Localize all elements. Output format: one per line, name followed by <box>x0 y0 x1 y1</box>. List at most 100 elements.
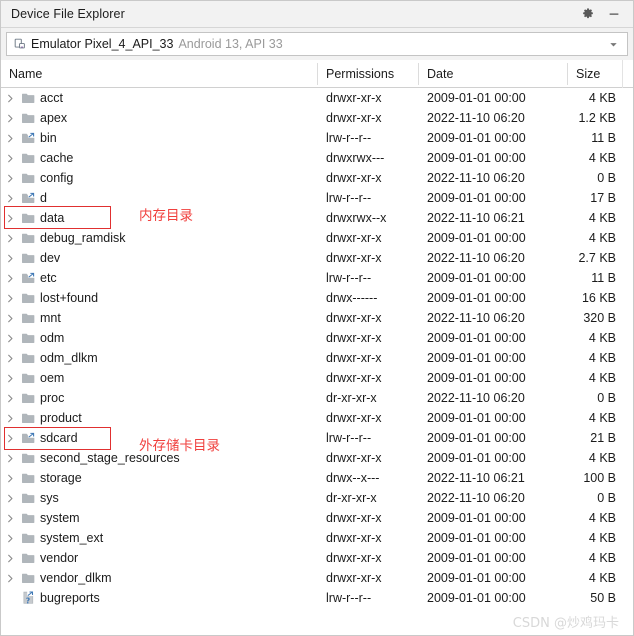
gear-icon[interactable] <box>580 6 596 22</box>
chevron-right-icon[interactable] <box>1 508 19 528</box>
chevron-right-icon[interactable] <box>1 268 19 288</box>
file-name-cell[interactable]: sys <box>1 488 317 508</box>
folder-icon <box>19 388 37 408</box>
table-row[interactable]: proc dr-xr-xr-x 2022-11-10 06:20 0 B <box>1 388 633 408</box>
chevron-right-icon[interactable] <box>1 188 19 208</box>
chevron-right-icon[interactable] <box>1 348 19 368</box>
file-name-cell[interactable]: second_stage_resources <box>1 448 317 468</box>
folder-icon <box>19 408 37 428</box>
chevron-right-icon[interactable] <box>1 168 19 188</box>
file-name-cell[interactable]: debug_ramdisk <box>1 228 317 248</box>
table-row[interactable]: system_ext drwxr-xr-x 2009-01-01 00:00 4 KB <box>1 528 633 548</box>
table-row[interactable]: oem drwxr-xr-x 2009-01-01 00:00 4 KB <box>1 368 633 388</box>
table-row[interactable]: vendor_dlkm drwxr-xr-x 2009-01-01 00:00 4 K… <box>1 568 633 588</box>
chevron-right-icon[interactable] <box>1 128 19 148</box>
folder-icon <box>19 368 37 388</box>
table-row[interactable]: bin lrw-r--r-- 2009-01-01 00:00 11 B <box>1 128 633 148</box>
chevron-right-icon[interactable] <box>1 528 19 548</box>
table-row[interactable]: ? bugreports lrw-r--r-- 2009-01-01 00:00 50 … <box>1 588 633 608</box>
chevron-right-icon[interactable] <box>1 408 19 428</box>
chevron-right-icon[interactable] <box>1 548 19 568</box>
folder-symlink-icon <box>19 188 37 208</box>
file-tree-list[interactable]: acct drwxr-xr-x 2009-01-01 00:00 4 KB apex dr… <box>1 88 633 634</box>
chevron-right-icon[interactable] <box>1 108 19 128</box>
file-name-cell[interactable]: odm <box>1 328 317 348</box>
device-combobox[interactable]: Emulator Pixel_4_API_33 Android 13, API … <box>6 32 628 56</box>
chevron-right-icon[interactable] <box>1 148 19 168</box>
chevron-right-icon[interactable] <box>1 208 19 228</box>
table-row[interactable]: data drwxrwx--x 2022-11-10 06:21 4 KB <box>1 208 633 228</box>
column-header-name[interactable]: Name <box>1 60 317 87</box>
file-name-cell[interactable]: system <box>1 508 317 528</box>
file-name-cell[interactable]: data <box>1 208 317 228</box>
file-name-label: bugreports <box>40 591 100 605</box>
file-name-cell[interactable]: vendor <box>1 548 317 568</box>
file-name-cell[interactable]: oem <box>1 368 317 388</box>
table-row[interactable]: sys dr-xr-xr-x 2022-11-10 06:20 0 B <box>1 488 633 508</box>
file-name-cell[interactable]: odm_dlkm <box>1 348 317 368</box>
chevron-right-icon[interactable] <box>1 428 19 448</box>
file-name-cell[interactable]: cache <box>1 148 317 168</box>
table-row[interactable]: cache drwxrwx--- 2009-01-01 00:00 4 KB <box>1 148 633 168</box>
file-name-cell[interactable]: bin <box>1 128 317 148</box>
file-size-cell: 0 B <box>597 171 616 185</box>
chevron-right-icon[interactable] <box>1 88 19 108</box>
chevron-right-icon[interactable] <box>1 448 19 468</box>
chevron-right-icon[interactable] <box>1 388 19 408</box>
file-name-label: debug_ramdisk <box>40 231 126 245</box>
chevron-right-icon[interactable] <box>1 248 19 268</box>
file-size-cell: 0 B <box>597 391 616 405</box>
file-size-cell: 4 KB <box>588 351 616 365</box>
minimize-icon[interactable] <box>606 6 622 22</box>
file-name-cell[interactable]: apex <box>1 108 317 128</box>
table-row[interactable]: d lrw-r--r-- 2009-01-01 00:00 17 B <box>1 188 633 208</box>
file-permissions-cell: drwxr-xr-x <box>326 231 382 245</box>
chevron-right-icon[interactable] <box>1 488 19 508</box>
table-row[interactable]: system drwxr-xr-x 2009-01-01 00:00 4 KB <box>1 508 633 528</box>
chevron-right-icon[interactable] <box>1 568 19 588</box>
table-row[interactable]: odm drwxr-xr-x 2009-01-01 00:00 4 KB <box>1 328 633 348</box>
column-header-permissions[interactable]: Permissions <box>318 60 417 87</box>
file-size-cell: 11 B <box>591 131 616 145</box>
table-row[interactable]: config drwxr-xr-x 2022-11-10 06:20 0 B <box>1 168 633 188</box>
file-name-cell[interactable]: system_ext <box>1 528 317 548</box>
file-date-cell: 2022-11-10 06:20 <box>427 311 525 325</box>
file-name-cell[interactable]: acct <box>1 88 317 108</box>
chevron-right-icon[interactable] <box>1 308 19 328</box>
table-row[interactable]: dev drwxr-xr-x 2022-11-10 06:20 2.7 KB <box>1 248 633 268</box>
file-name-cell[interactable]: lost+found <box>1 288 317 308</box>
table-row[interactable]: vendor drwxr-xr-x 2009-01-01 00:00 4 KB <box>1 548 633 568</box>
file-name-cell[interactable]: d <box>1 188 317 208</box>
column-header-date[interactable]: Date <box>419 60 566 87</box>
chevron-right-icon[interactable] <box>1 468 19 488</box>
chevron-right-icon[interactable] <box>1 228 19 248</box>
file-name-cell[interactable]: vendor_dlkm <box>1 568 317 588</box>
table-row[interactable]: debug_ramdisk drwxr-xr-x 2009-01-01 00:00 4… <box>1 228 633 248</box>
table-row[interactable]: acct drwxr-xr-x 2009-01-01 00:00 4 KB <box>1 88 633 108</box>
column-header-size[interactable]: Size <box>568 60 623 87</box>
file-name-cell[interactable]: config <box>1 168 317 188</box>
chevron-down-icon[interactable] <box>608 39 619 50</box>
file-name-cell[interactable]: mnt <box>1 308 317 328</box>
table-row[interactable]: odm_dlkm drwxr-xr-x 2009-01-01 00:00 4 KB <box>1 348 633 368</box>
file-name-cell[interactable]: proc <box>1 388 317 408</box>
chevron-right-icon[interactable] <box>1 288 19 308</box>
table-row[interactable]: mnt drwxr-xr-x 2022-11-10 06:20 320 B <box>1 308 633 328</box>
table-row[interactable]: etc lrw-r--r-- 2009-01-01 00:00 11 B <box>1 268 633 288</box>
file-name-cell[interactable]: dev <box>1 248 317 268</box>
table-row[interactable]: apex drwxr-xr-x 2022-11-10 06:20 1.2 KB <box>1 108 633 128</box>
file-name-cell[interactable]: product <box>1 408 317 428</box>
folder-icon <box>19 108 37 128</box>
file-name-cell[interactable]: storage <box>1 468 317 488</box>
table-row[interactable]: lost+found drwx------ 2009-01-01 00:00 16 K… <box>1 288 633 308</box>
file-name-cell[interactable]: etc <box>1 268 317 288</box>
table-row[interactable]: storage drwx--x--- 2022-11-10 06:21 100 B <box>1 468 633 488</box>
file-name-cell[interactable]: ? bugreports <box>1 588 317 608</box>
column-header-row: Name Permissions Date Size <box>1 60 633 88</box>
file-name-cell[interactable]: sdcard <box>1 428 317 448</box>
table-row[interactable]: sdcard lrw-r--r-- 2009-01-01 00:00 21 B <box>1 428 633 448</box>
chevron-right-icon[interactable] <box>1 328 19 348</box>
table-row[interactable]: second_stage_resources drwxr-xr-x 2009-01-… <box>1 448 633 468</box>
table-row[interactable]: product drwxr-xr-x 2009-01-01 00:00 4 KB <box>1 408 633 428</box>
chevron-right-icon[interactable] <box>1 368 19 388</box>
